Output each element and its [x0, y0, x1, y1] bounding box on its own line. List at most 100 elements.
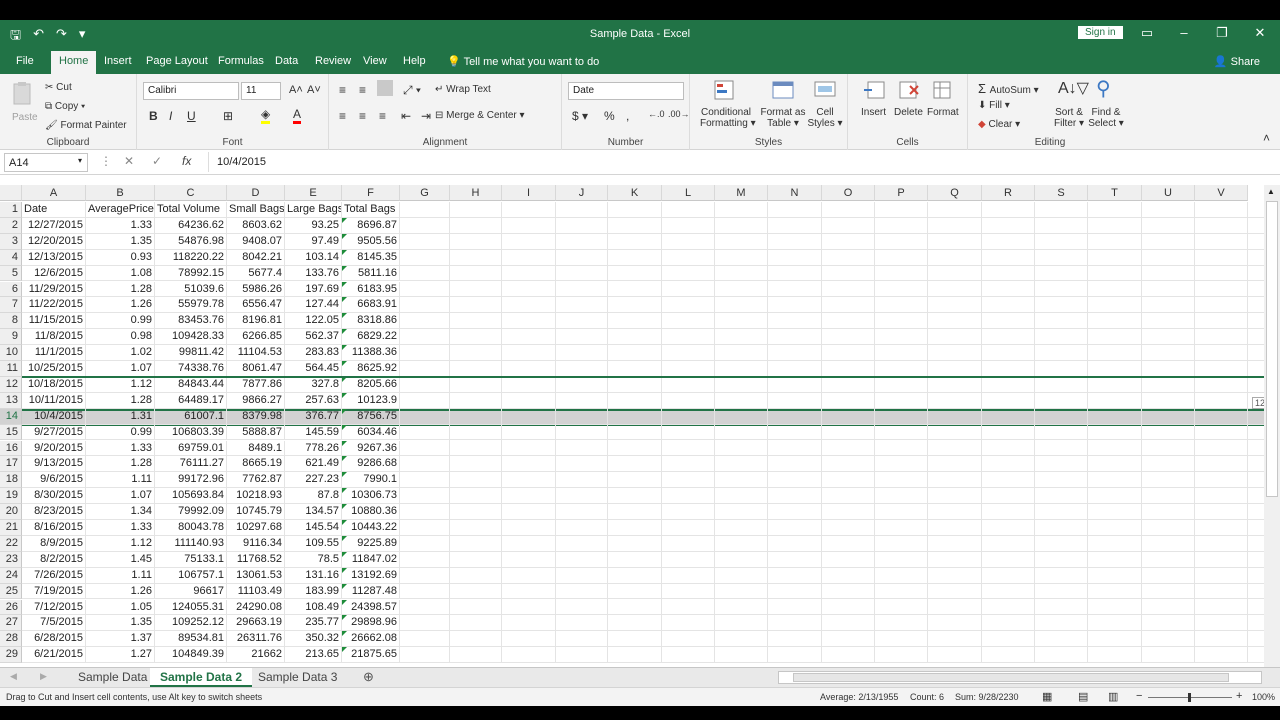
orientation-icon[interactable]: ⤢ ▾: [403, 83, 421, 98]
column-header-o[interactable]: O: [822, 185, 875, 201]
sheet-tab-sample-data[interactable]: Sample Data: [68, 668, 157, 687]
data-cell[interactable]: 83453.76: [155, 313, 227, 330]
data-cell[interactable]: 12/27/2015: [22, 217, 86, 234]
close-button[interactable]: ✕: [1250, 25, 1270, 41]
data-cell[interactable]: 1.07: [86, 488, 155, 505]
data-cell[interactable]: 0.99: [86, 424, 155, 441]
fill-color-icon[interactable]: ◈: [261, 107, 271, 124]
row-header[interactable]: 8: [0, 313, 22, 330]
data-cell[interactable]: 12/6/2015: [22, 265, 86, 282]
row-header[interactable]: 19: [0, 488, 22, 505]
data-cell[interactable]: 8061.47: [227, 361, 285, 377]
data-cell[interactable]: 0.99: [86, 313, 155, 330]
data-cell[interactable]: 183.99: [285, 583, 342, 600]
data-cell[interactable]: 8/16/2015: [22, 520, 86, 536]
paste-icon[interactable]: [10, 80, 36, 106]
bottom-align-icon[interactable]: [377, 80, 393, 96]
scroll-up-icon[interactable]: ▲: [1267, 187, 1275, 196]
horizontal-scrollbar[interactable]: [778, 671, 1262, 684]
decrease-indent-icon[interactable]: ⇤: [401, 109, 411, 123]
header-cell[interactable]: Date: [22, 202, 86, 218]
data-cell[interactable]: 8756.75: [342, 408, 400, 425]
row-header[interactable]: 5: [0, 265, 22, 282]
font-size-select[interactable]: 11: [241, 82, 281, 100]
tab-file[interactable]: File: [16, 55, 34, 67]
data-cell[interactable]: 5677.4: [227, 265, 285, 282]
data-cell[interactable]: 8318.86: [342, 313, 400, 330]
data-cell[interactable]: 26662.08: [342, 631, 400, 648]
data-cell[interactable]: 10297.68: [227, 520, 285, 536]
row-header[interactable]: 6: [0, 281, 22, 298]
data-cell[interactable]: 1.33: [86, 520, 155, 536]
data-cell[interactable]: 10880.36: [342, 504, 400, 520]
data-cell[interactable]: 9225.89: [342, 535, 400, 552]
data-cell[interactable]: 11768.52: [227, 551, 285, 568]
data-cell[interactable]: 7877.86: [227, 376, 285, 393]
format-cells-button[interactable]: Format: [927, 107, 959, 118]
data-cell[interactable]: 1.11: [86, 472, 155, 489]
data-cell[interactable]: 6/28/2015: [22, 631, 86, 648]
column-header-v[interactable]: V: [1195, 185, 1248, 201]
data-cell[interactable]: 131.16: [285, 567, 342, 584]
data-cell[interactable]: 327.8: [285, 376, 342, 393]
data-cell[interactable]: 6829.22: [342, 329, 400, 346]
horizontal-scroll-thumb[interactable]: [793, 673, 1229, 682]
data-cell[interactable]: 8196.81: [227, 313, 285, 330]
tab-help[interactable]: Help: [403, 55, 426, 67]
data-cell[interactable]: 104849.39: [155, 647, 227, 664]
tab-view[interactable]: View: [363, 55, 387, 67]
data-cell[interactable]: 1.34: [86, 504, 155, 520]
data-cell[interactable]: 1.35: [86, 233, 155, 250]
page-break-view-icon[interactable]: ▥: [1108, 690, 1118, 703]
data-cell[interactable]: 1.26: [86, 583, 155, 600]
bold-icon[interactable]: B: [149, 109, 158, 123]
data-cell[interactable]: 79992.09: [155, 504, 227, 520]
insert-function-icon[interactable]: fx: [182, 154, 191, 168]
paste-button[interactable]: Paste: [12, 112, 38, 123]
data-cell[interactable]: 9/27/2015: [22, 424, 86, 441]
data-cell[interactable]: 87.8: [285, 488, 342, 505]
zoom-level[interactable]: 100%: [1252, 692, 1275, 702]
column-header-i[interactable]: I: [502, 185, 556, 201]
header-cell[interactable]: Large Bags: [285, 202, 342, 218]
data-cell[interactable]: 10/4/2015: [22, 408, 86, 425]
column-header-n[interactable]: N: [768, 185, 822, 201]
currency-icon[interactable]: $ ▾: [572, 109, 588, 123]
data-cell[interactable]: 9286.68: [342, 456, 400, 473]
column-header-c[interactable]: C: [155, 185, 227, 201]
data-cell[interactable]: 99811.42: [155, 345, 227, 361]
data-cell[interactable]: 80043.78: [155, 520, 227, 536]
column-header-h[interactable]: H: [450, 185, 502, 201]
data-cell[interactable]: 109.55: [285, 535, 342, 552]
insert-cells-button[interactable]: Insert: [861, 107, 886, 118]
data-cell[interactable]: 26311.76: [227, 631, 285, 648]
data-cell[interactable]: 93.25: [285, 217, 342, 234]
tab-home[interactable]: Home: [51, 51, 97, 74]
data-cell[interactable]: 134.57: [285, 504, 342, 520]
data-cell[interactable]: 8489.1: [227, 440, 285, 457]
data-cell[interactable]: 10745.79: [227, 504, 285, 520]
data-cell[interactable]: 8/23/2015: [22, 504, 86, 520]
copy-button[interactable]: ⧉ Copy ▾: [45, 101, 85, 112]
header-cell[interactable]: AveragePrice: [86, 202, 155, 218]
top-align-icon[interactable]: ≡: [339, 83, 346, 97]
data-cell[interactable]: 1.33: [86, 217, 155, 234]
number-format-select[interactable]: Date: [568, 82, 684, 100]
data-cell[interactable]: 1.28: [86, 281, 155, 298]
data-cell[interactable]: 24290.08: [227, 599, 285, 616]
zoom-in-icon[interactable]: +: [1236, 690, 1242, 702]
italic-icon[interactable]: I: [169, 109, 172, 123]
select-all-corner[interactable]: [0, 185, 22, 201]
font-name-select[interactable]: Calibri: [143, 82, 239, 100]
data-cell[interactable]: 1.08: [86, 265, 155, 282]
enter-icon[interactable]: ✓: [152, 154, 162, 168]
data-cell[interactable]: 76111.27: [155, 456, 227, 473]
data-cell[interactable]: 11/15/2015: [22, 313, 86, 330]
column-header-f[interactable]: F: [342, 185, 400, 201]
data-cell[interactable]: 109252.12: [155, 615, 227, 632]
data-cell[interactable]: 8205.66: [342, 376, 400, 393]
cut-button[interactable]: ✂ Cut: [45, 82, 72, 93]
row-header[interactable]: 7: [0, 297, 22, 314]
data-cell[interactable]: 10/18/2015: [22, 376, 86, 393]
increase-font-icon[interactable]: A˄: [289, 84, 303, 96]
